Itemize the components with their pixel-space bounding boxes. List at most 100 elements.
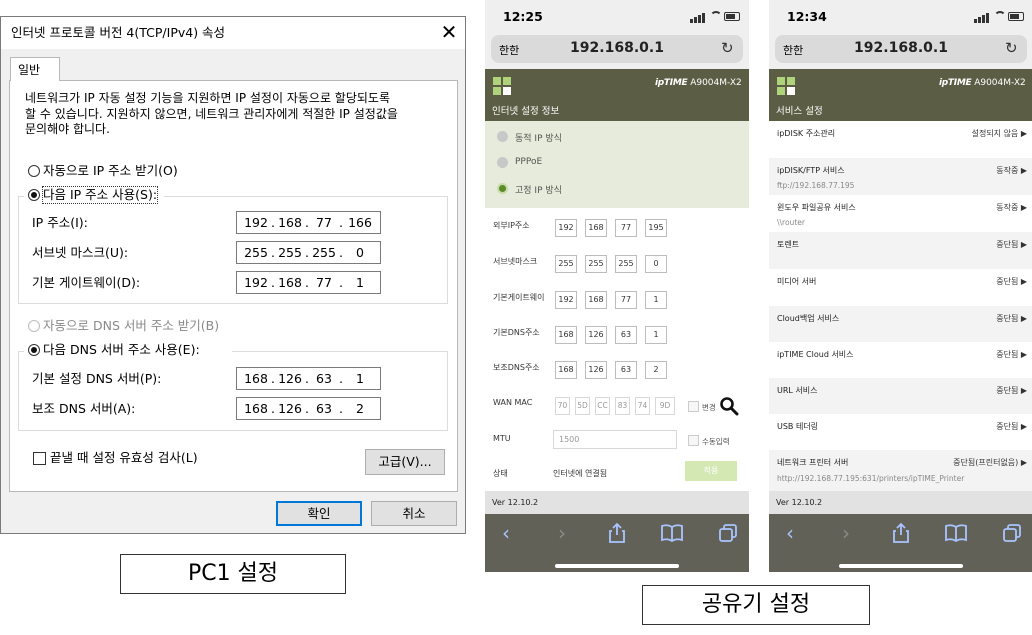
- tabs-icon[interactable]: [1002, 523, 1022, 543]
- service-row-iptime-cloud[interactable]: ipTIME Cloud 서비스 중단됨 ▶: [769, 342, 1032, 378]
- service-row-ipdisk-ftp[interactable]: ipDISK/FTP 서비스 동작중 ▶ ftp://192.168.77.19…: [769, 158, 1032, 195]
- service-row-cloud-backup[interactable]: Cloud백업 서비스 중단됨 ▶: [769, 306, 1032, 342]
- auto-ip-label: 자동으로 IP 주소 받기(O): [43, 163, 178, 178]
- gateway-label: 기본게이트웨이: [493, 293, 545, 302]
- phone-service-settings: 12:34 한한 192.168.0.1 ↻ ipTIME A9004M-X2 …: [769, 0, 1032, 572]
- tab-general[interactable]: 일반: [10, 57, 60, 81]
- cancel-button[interactable]: 취소: [371, 501, 457, 526]
- subnet-mask-label: 서브넷 마스크(U):: [32, 245, 129, 260]
- ip-address-label: IP 주소(I):: [32, 215, 88, 230]
- back-icon[interactable]: ‹: [491, 518, 521, 548]
- preferred-dns-label: 기본 설정 DNS 서버(P):: [32, 371, 162, 386]
- mac-change-label: 변경: [702, 403, 716, 412]
- radio-icon[interactable]: [497, 157, 508, 168]
- radio-selected-icon[interactable]: [497, 183, 508, 194]
- bookmarks-icon[interactable]: [945, 524, 967, 542]
- ip-address-field[interactable]: 192. 168. 77. 166: [236, 211, 381, 234]
- safari-toolbar: ‹ ›: [485, 514, 749, 572]
- wifi-icon: [994, 11, 1006, 23]
- caption-router: 공유기 설정: [642, 585, 870, 625]
- auto-dns-radio[interactable]: [28, 320, 40, 332]
- status-bar: 12:34: [769, 0, 1032, 33]
- primary-dns-field: 168 126 63 1: [555, 326, 675, 346]
- dns-group: [18, 351, 448, 431]
- battery-icon: [1008, 12, 1024, 21]
- clock: 12:34: [787, 9, 827, 24]
- close-icon[interactable]: ✕: [437, 21, 461, 45]
- status-label: 상태: [493, 469, 508, 478]
- alternate-dns-field[interactable]: 168. 126. 63. 2: [236, 397, 381, 420]
- bookmarks-icon[interactable]: [661, 524, 683, 542]
- dialog-title: 인터넷 프로토콜 버전 4(TCP/IPv4) 속성: [1, 17, 465, 49]
- general-tab-panel: 네트워크가 IP 자동 설정 기능을 지원하면 IP 설정이 자동으로 할당되도…: [9, 80, 458, 492]
- model-name: A9004M-X2: [974, 78, 1026, 88]
- service-row-windows-share[interactable]: 윈도우 파일공유 서비스 동작중 ▶ \\router: [769, 195, 1032, 232]
- safari-toolbar: ‹ ›: [769, 514, 1032, 572]
- search-icon[interactable]: [719, 396, 739, 416]
- radio-icon[interactable]: [497, 131, 508, 142]
- router-header: ipTIME A9004M-X2 인터넷 설정 정보: [485, 69, 749, 121]
- page-title: 서비스 설정: [776, 106, 823, 117]
- iptime-logo-icon: [777, 77, 797, 97]
- tcpipv4-properties-dialog: 인터넷 프로토콜 버전 4(TCP/IPv4) 속성 ✕ 일반 네트워크가 IP…: [0, 16, 466, 534]
- subnet-mask-label: 서브넷마스크: [493, 257, 538, 266]
- validate-on-exit-checkbox[interactable]: [33, 452, 46, 465]
- service-row-ipdisk-address[interactable]: ipDISK 주소관리 설정되지 않음 ▶: [769, 121, 1032, 158]
- router-header: ipTIME A9004M-X2 서비스 설정: [769, 69, 1032, 121]
- service-row-usb-tethering[interactable]: USB 테더링 중단됨 ▶: [769, 414, 1032, 450]
- advanced-button[interactable]: 고급(V)...: [365, 449, 445, 475]
- home-indicator: [839, 564, 963, 568]
- share-icon[interactable]: [891, 522, 911, 544]
- manual-dns-label: 다음 DNS 서버 주소 사용(E):: [43, 342, 200, 357]
- iptime-logo-icon: [493, 77, 513, 97]
- brand-logo: ipTIME: [655, 78, 688, 88]
- primary-dns-label: 기본DNS주소: [493, 328, 540, 337]
- ok-button[interactable]: 확인: [276, 501, 362, 526]
- service-row-torrent[interactable]: 토렌트 중단됨 ▶: [769, 232, 1032, 269]
- auto-ip-radio[interactable]: [28, 165, 40, 177]
- dialog-description: 네트워크가 IP 자동 설정 기능을 지원하면 IP 설정이 자동으로 할당되도…: [25, 91, 398, 136]
- subnet-mask-field[interactable]: 255. 255. 255. 0: [236, 241, 381, 264]
- service-row-network-printer[interactable]: 네트워크 프린터 서버 중단됨(프린터없음) ▶ http://192.168.…: [769, 450, 1032, 491]
- home-indicator: [555, 564, 679, 568]
- preferred-dns-field[interactable]: 168. 126. 63. 1: [236, 367, 381, 390]
- wan-ip-label: 외부IP주소: [493, 221, 530, 230]
- firmware-version: Ver 12.10.2: [485, 491, 749, 514]
- signal-icon: [974, 19, 977, 23]
- tabs-icon[interactable]: [718, 523, 738, 543]
- apply-button[interactable]: 적용: [685, 461, 737, 481]
- reload-icon[interactable]: ↻: [721, 39, 734, 57]
- forward-icon[interactable]: ›: [831, 518, 861, 548]
- brand-logo: ipTIME: [939, 78, 972, 88]
- manual-dns-radio[interactable]: [28, 344, 40, 356]
- address-bar[interactable]: 한한 192.168.0.1 ↻: [775, 35, 1027, 63]
- mac-change-checkbox[interactable]: [688, 401, 699, 412]
- mtu-label: MTU: [493, 434, 511, 443]
- connection-status: 인터넷에 연결됨: [553, 469, 608, 478]
- address-bar[interactable]: 한한 192.168.0.1 ↻: [491, 35, 743, 63]
- caption-pc: PC1 설정: [120, 554, 346, 594]
- phone-internet-settings: 12:25 한한 192.168.0.1 ↻ ipTIME A9004M-X2 …: [485, 0, 749, 572]
- secondary-dns-field: 168 126 63 2: [555, 361, 675, 381]
- manual-ip-radio[interactable]: [28, 189, 40, 201]
- wan-mac-label: WAN MAC: [493, 398, 533, 407]
- firmware-version: Ver 12.10.2: [769, 491, 1032, 514]
- forward-icon[interactable]: ›: [547, 518, 577, 548]
- default-gateway-label: 기본 게이트웨이(D):: [32, 275, 141, 290]
- manual-ip-label: 다음 IP 주소 사용(S):: [41, 186, 159, 204]
- service-row-media-server[interactable]: 미디어 서버 중단됨 ▶: [769, 269, 1032, 306]
- mtu-manual-checkbox[interactable]: [688, 435, 699, 446]
- url-host: 192.168.0.1: [854, 40, 948, 56]
- battery-icon: [724, 12, 740, 21]
- mtu-manual-label: 수동입력: [702, 437, 730, 446]
- share-icon[interactable]: [607, 522, 627, 544]
- alternate-dns-label: 보조 DNS 서버(A):: [32, 401, 136, 416]
- gateway-field: 192 168 77 1: [555, 291, 675, 311]
- model-name: A9004M-X2: [690, 78, 742, 88]
- back-icon[interactable]: ‹: [775, 518, 805, 548]
- service-row-url[interactable]: URL 서비스 중단됨 ▶: [769, 378, 1032, 414]
- mtu-field[interactable]: 1500: [553, 430, 677, 449]
- reload-icon[interactable]: ↻: [1005, 39, 1018, 57]
- service-list: ipDISK 주소관리 설정되지 않음 ▶ ipDISK/FTP 서비스 동작중…: [769, 121, 1032, 491]
- default-gateway-field[interactable]: 192. 168. 77. 1: [236, 271, 381, 294]
